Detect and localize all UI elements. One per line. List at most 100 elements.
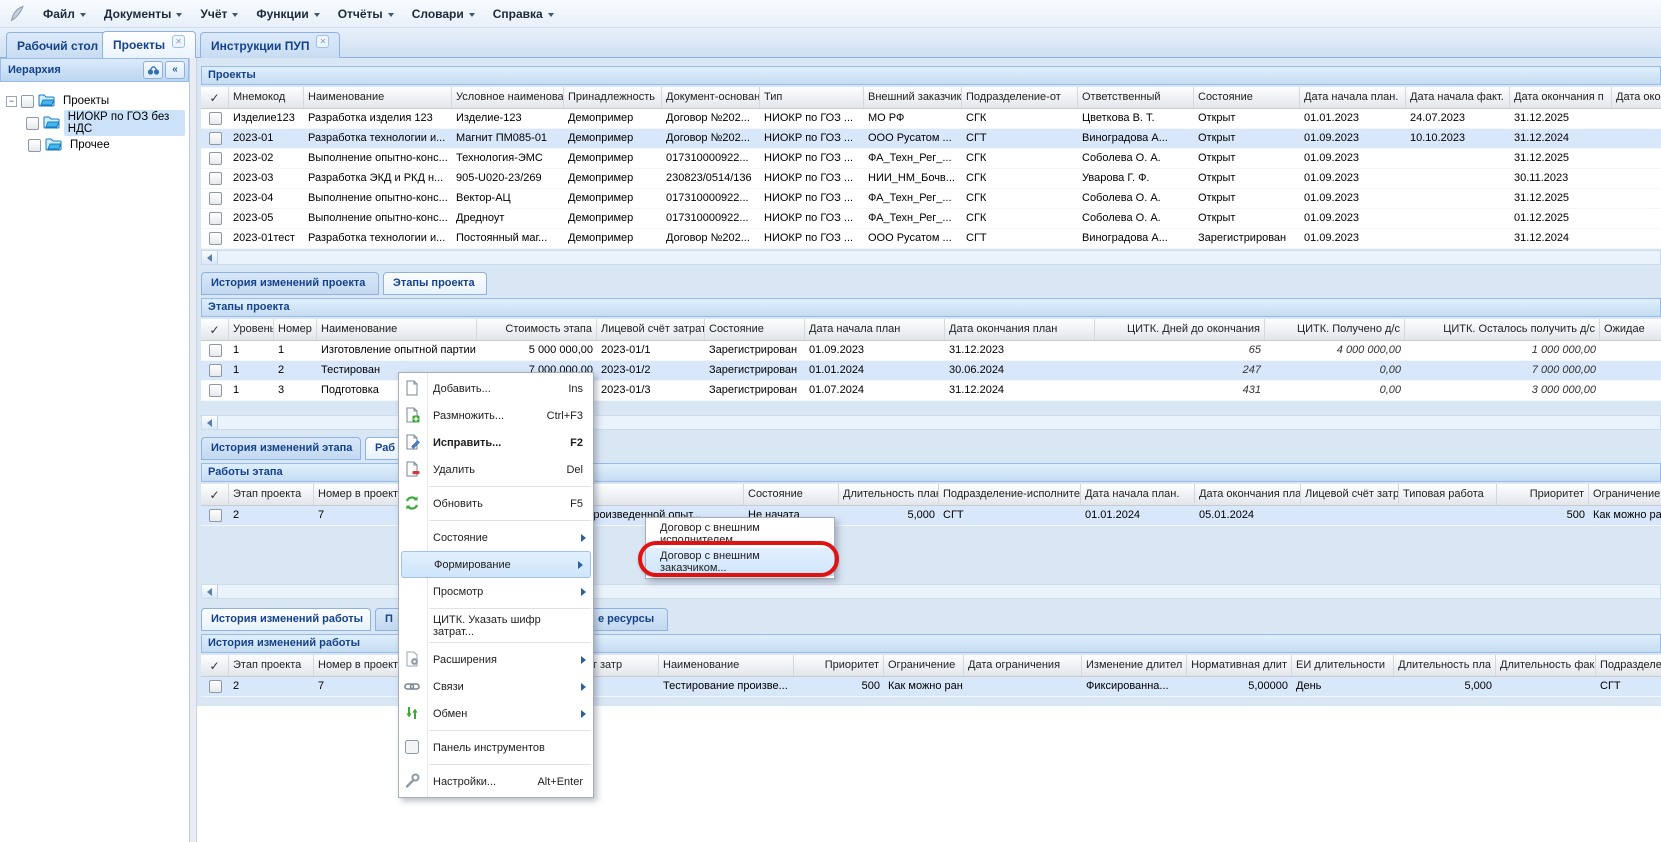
column-header[interactable]: Дата ограничения [964, 655, 1082, 676]
menu-item-настройки-[interactable]: Настройки...Alt+Enter [399, 768, 593, 795]
menu-item-просмотр[interactable]: Просмотр [399, 578, 593, 605]
column-header[interactable]: Лицевой счёт затрат. [597, 319, 705, 340]
tab-instructions[interactable]: Инструкции ПУП✕ [200, 32, 340, 58]
row-checkbox[interactable] [209, 364, 222, 377]
scroll-left-icon[interactable] [202, 416, 218, 429]
menu-documents[interactable]: Документы [95, 3, 191, 25]
column-header[interactable]: Номер [274, 319, 317, 340]
column-header[interactable]: Длительность пла [1394, 655, 1496, 676]
column-header[interactable]: Наименование [659, 655, 794, 676]
search-icon[interactable] [143, 61, 163, 79]
column-header[interactable]: Документ-основан [662, 87, 760, 108]
column-header[interactable]: Дата окончания план [1195, 484, 1301, 505]
menu-help[interactable]: Справка [484, 3, 563, 25]
column-header[interactable]: Ожидае [1600, 319, 1661, 340]
tree-node-projects[interactable]: − Проекты [6, 90, 185, 112]
column-header[interactable]: Дата начала план [805, 319, 945, 340]
column-header[interactable]: ✓ [201, 655, 229, 676]
row-checkbox[interactable] [209, 112, 222, 125]
menu-file[interactable]: Файл [34, 3, 95, 25]
column-header[interactable]: Дата окончани [1612, 87, 1661, 108]
column-header[interactable]: Длительность план [839, 484, 939, 505]
scroll-left-icon[interactable] [202, 585, 218, 598]
table-row[interactable]: 11Изготовление опытной партии ПМ0...5 00… [201, 341, 1661, 361]
column-header[interactable]: Дата начала факт. [1406, 87, 1510, 108]
row-checkbox[interactable] [209, 680, 222, 693]
sidebar-splitter[interactable] [190, 58, 197, 842]
node-checkbox[interactable] [21, 95, 34, 108]
column-header[interactable]: Подразделение-от [962, 87, 1078, 108]
scroll-left-icon[interactable] [202, 251, 218, 264]
column-header[interactable]: ✓ [201, 87, 229, 108]
row-checkbox[interactable] [209, 192, 222, 205]
menu-item-состояние[interactable]: Состояние [399, 524, 593, 551]
column-header[interactable]: Уровень [229, 319, 274, 340]
table-row[interactable]: Изделие123Разработка изделия 123Изделие-… [201, 109, 1661, 129]
menu-reports[interactable]: Отчёты [329, 3, 403, 25]
table-row[interactable]: 2023-02Выполнение опытно-конс...Технолог… [201, 149, 1661, 169]
tab-stage-history[interactable]: История изменений этапа [201, 437, 361, 460]
close-icon[interactable]: ✕ [172, 35, 185, 48]
tree-node-niokr[interactable]: НИОКР по ГОЗ без НДС [6, 112, 185, 134]
node-checkbox[interactable] [28, 139, 41, 152]
table-row[interactable]: 2023-03Разработка ЭКД и РКД н...905-U020… [201, 169, 1661, 189]
column-header[interactable]: ЦИТК. Осталось получить д/с [1405, 319, 1600, 340]
column-header[interactable]: Ограничение [884, 655, 964, 676]
menu-item-расширения[interactable]: Расширения [399, 646, 593, 673]
column-header[interactable]: Типовая работа [1399, 484, 1497, 505]
row-checkbox[interactable] [209, 509, 222, 522]
menu-item-добавить-[interactable]: Добавить...Ins [399, 375, 593, 402]
menu-item-удалить[interactable]: УдалитьDel [399, 456, 593, 483]
tab-project-stages[interactable]: Этапы проекта [383, 272, 487, 295]
column-header[interactable]: Тип [760, 87, 864, 108]
menu-item-обновить[interactable]: ОбновитьF5 [399, 490, 593, 517]
column-header[interactable]: ЦИТК. Дней до окончания [1095, 319, 1265, 340]
column-header[interactable]: ✓ [201, 319, 229, 340]
column-header[interactable]: Внешний заказчик [864, 87, 962, 108]
column-header[interactable]: Этап проекта [229, 655, 314, 676]
menu-item-обмен[interactable]: Обмен [399, 700, 593, 727]
collapse-panel-icon[interactable]: « [165, 61, 185, 79]
column-header[interactable]: Принадлежность [564, 87, 662, 108]
column-header[interactable]: Мнемокод [229, 87, 304, 108]
column-header[interactable]: ЦИТК. Получено д/с [1265, 319, 1405, 340]
row-checkbox[interactable] [209, 344, 222, 357]
column-header[interactable]: Наименование [304, 87, 452, 108]
column-header[interactable]: Нормативная длит [1187, 655, 1292, 676]
menu-functions[interactable]: Функции [247, 3, 328, 25]
projects-hscrollbar[interactable] [201, 250, 1661, 265]
row-checkbox[interactable] [209, 132, 222, 145]
table-row[interactable]: 2023-01тестРазработка технологии и...Пос… [201, 229, 1661, 249]
menu-item-исправить-[interactable]: Исправить...F2 [399, 429, 593, 456]
tab-desktop[interactable]: Рабочий стол [6, 32, 109, 58]
tab-project-history[interactable]: История изменений проекта [201, 272, 379, 295]
column-header[interactable]: Подразделение [1596, 655, 1661, 676]
tree-node-other[interactable]: Прочее [6, 134, 185, 156]
column-header[interactable]: Подразделение-исполнитель.. [939, 484, 1081, 505]
close-icon[interactable]: ✕ [316, 35, 329, 48]
column-header[interactable]: Этап проекта [229, 484, 314, 505]
tab-work-resources[interactable]: е ресурсы [588, 608, 668, 631]
column-header[interactable]: Изменение длител [1082, 655, 1187, 676]
menu-item-панель-инструментов[interactable]: Панель инструментов [399, 734, 593, 761]
collapse-node-icon[interactable]: − [6, 96, 17, 107]
row-checkbox[interactable] [209, 384, 222, 397]
column-header[interactable]: Состояние [705, 319, 805, 340]
table-row[interactable]: 2023-04Выполнение опытно-конс...Вектор-А… [201, 189, 1661, 209]
row-checkbox[interactable] [209, 212, 222, 225]
column-header[interactable]: Дата окончания план [945, 319, 1095, 340]
column-header[interactable]: ✓ [201, 484, 229, 505]
menu-item-размножить-[interactable]: Размножить...Ctrl+F3 [399, 402, 593, 429]
column-header[interactable]: ЕИ длительности [1292, 655, 1394, 676]
menu-accounting[interactable]: Учёт [191, 3, 247, 25]
column-header[interactable]: Наименование [317, 319, 477, 340]
table-row[interactable]: 2023-05Выполнение опытно-конс...Дредноут… [201, 209, 1661, 229]
row-checkbox[interactable] [209, 172, 222, 185]
row-checkbox[interactable] [209, 232, 222, 245]
node-checkbox[interactable] [26, 117, 39, 130]
menu-item-формирование[interactable]: Формирование [401, 551, 591, 578]
menu-dictionaries[interactable]: Словари [403, 3, 484, 25]
menu-item-связи[interactable]: Связи [399, 673, 593, 700]
column-header[interactable]: Ограничение [1589, 484, 1661, 505]
column-header[interactable]: Состояние [1194, 87, 1300, 108]
